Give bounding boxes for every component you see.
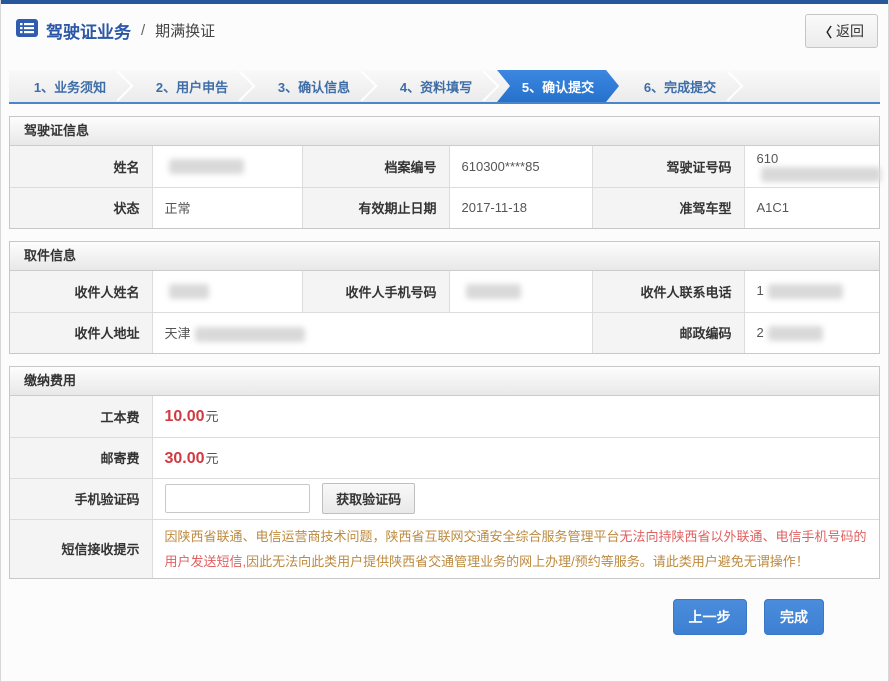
page: 驾驶证业务 / 期满换证 〈 返回 1、业务须知 2、用户申告 3、确认信息 4… — [0, 0, 889, 682]
status-label: 状态 — [10, 187, 152, 228]
postage-fee-amount: 30.00 — [165, 450, 205, 467]
recipient-name-value — [152, 271, 302, 312]
back-button-label: 返回 — [836, 21, 864, 41]
redacted-recipient-phone — [768, 284, 843, 299]
postage-fee-value: 30.00元 — [152, 437, 879, 478]
recipient-address-label: 收件人地址 — [10, 312, 152, 353]
postcode-label: 邮政编码 — [592, 312, 744, 353]
redacted-recipient-address — [195, 327, 305, 342]
section-title-fees: 缴纳费用 — [10, 367, 879, 396]
sms-notice-cell: 因陕西省联通、电信运营商技术问题，陕西省互联网交通安全综合服务管理平台无法向持陕… — [152, 519, 879, 578]
step-progress-bar: 1、业务须知 2、用户申告 3、确认信息 4、资料填写 5、确认提交 6、完成提… — [9, 70, 880, 104]
notice-part1: 因陕西省联通、电信运营商技术问题，陕西省互联网交通安全综合服务管理平台 — [165, 529, 620, 544]
table-row: 收件人姓名 收件人手机号码 收件人联系电话 1 — [10, 271, 879, 312]
step-5-confirm-submit-active[interactable]: 5、确认提交 — [497, 70, 619, 102]
breadcrumb: 驾驶证业务 / 期满换证 — [16, 18, 873, 43]
step-4-fill-data[interactable]: 4、资料填写 — [375, 70, 497, 102]
recipient-address-value: 天津 — [152, 312, 592, 353]
recipient-mobile-label: 收件人手机号码 — [302, 271, 449, 312]
recipient-phone-value: 1 — [744, 271, 879, 312]
notice-part2: 因此无法向此类用户提供陕西省交通管理业务的网上办理/预约等服务。请此类用户避免无… — [246, 554, 809, 569]
table-row: 短信接收提示 因陕西省联通、电信运营商技术问题，陕西省互联网交通安全综合服务管理… — [10, 519, 879, 578]
table-row: 邮寄费 30.00元 — [10, 437, 879, 478]
pickup-info-table: 收件人姓名 收件人手机号码 收件人联系电话 1 收件人地址 天津 邮政编码 2 — [10, 271, 879, 353]
currency-unit: 元 — [206, 451, 219, 466]
step-label: 5、确认提交 — [522, 77, 594, 96]
production-fee-value: 10.00元 — [152, 396, 879, 437]
footer-actions: 上一步 完成 — [1, 579, 888, 635]
expiry-label: 有效期止日期 — [302, 187, 449, 228]
redacted-license-no — [761, 167, 881, 182]
license-info-table: 姓名 档案编号 610300****85 驾驶证号码 610 状态 正常 有效期… — [10, 146, 879, 228]
step-label: 2、用户申告 — [156, 77, 228, 96]
vehicle-type-value: A1C1 — [744, 187, 879, 228]
step-6-complete-submit[interactable]: 6、完成提交 — [619, 70, 741, 102]
redacted-postcode — [768, 326, 823, 341]
production-fee-amount: 10.00 — [165, 408, 205, 425]
redacted-recipient-name — [169, 284, 209, 299]
file-no-value: 610300****85 — [449, 146, 592, 187]
currency-unit: 元 — [206, 409, 219, 424]
table-row: 手机验证码 获取验证码 — [10, 478, 879, 519]
file-no-label: 档案编号 — [302, 146, 449, 187]
table-row: 状态 正常 有效期止日期 2017-11-18 准驾车型 A1C1 — [10, 187, 879, 228]
chevron-left-icon: 〈 — [819, 22, 832, 41]
finish-button[interactable]: 完成 — [764, 599, 824, 635]
step-label: 6、完成提交 — [644, 77, 716, 96]
table-row: 姓名 档案编号 610300****85 驾驶证号码 610 — [10, 146, 879, 187]
name-label: 姓名 — [10, 146, 152, 187]
sms-code-input[interactable] — [165, 484, 310, 513]
recipient-phone-label: 收件人联系电话 — [592, 271, 744, 312]
list-icon — [16, 19, 38, 42]
page-subtitle: 期满换证 — [155, 20, 215, 41]
stepbar-filler — [741, 70, 880, 102]
step-label: 3、确认信息 — [278, 77, 350, 96]
step-label: 4、资料填写 — [400, 77, 472, 96]
recipient-name-label: 收件人姓名 — [10, 271, 152, 312]
fees-table: 工本费 10.00元 邮寄费 30.00元 手机验证码 获取验证码 短信接收提 — [10, 396, 879, 578]
sms-notice-text: 因陕西省联通、电信运营商技术问题，陕西省互联网交通安全综合服务管理平台无法向持陕… — [165, 529, 867, 569]
expiry-value: 2017-11-18 — [449, 187, 592, 228]
back-button[interactable]: 〈 返回 — [805, 14, 878, 48]
redacted-recipient-mobile — [466, 284, 521, 299]
section-license-info: 驾驶证信息 姓名 档案编号 610300****85 驾驶证号码 610 状态 … — [9, 116, 880, 229]
production-fee-label: 工本费 — [10, 396, 152, 437]
sms-code-cell: 获取验证码 — [152, 478, 879, 519]
sms-notice-label: 短信接收提示 — [10, 519, 152, 578]
section-title-pickup: 取件信息 — [10, 242, 879, 271]
step-3-confirm-info[interactable]: 3、确认信息 — [253, 70, 375, 102]
sms-code-label: 手机验证码 — [10, 478, 152, 519]
status-value: 正常 — [152, 187, 302, 228]
previous-step-button[interactable]: 上一步 — [673, 599, 747, 635]
table-row: 工本费 10.00元 — [10, 396, 879, 437]
section-title-license: 驾驶证信息 — [10, 117, 879, 146]
name-value — [152, 146, 302, 187]
step-1-business-notice[interactable]: 1、业务须知 — [9, 70, 131, 102]
vehicle-type-label: 准驾车型 — [592, 187, 744, 228]
license-no-label: 驾驶证号码 — [592, 146, 744, 187]
recipient-mobile-value — [449, 271, 592, 312]
section-pickup-info: 取件信息 收件人姓名 收件人手机号码 收件人联系电话 1 收件人地址 天津 邮政… — [9, 241, 880, 354]
table-row: 收件人地址 天津 邮政编码 2 — [10, 312, 879, 353]
page-header: 驾驶证业务 / 期满换证 〈 返回 — [1, 4, 888, 56]
step-label: 1、业务须知 — [34, 77, 106, 96]
postage-fee-label: 邮寄费 — [10, 437, 152, 478]
postcode-value: 2 — [744, 312, 879, 353]
breadcrumb-divider: / — [141, 22, 145, 39]
get-code-button[interactable]: 获取验证码 — [322, 483, 415, 514]
license-no-value: 610 — [744, 146, 879, 187]
page-title: 驾驶证业务 — [46, 18, 131, 43]
step-2-user-declaration[interactable]: 2、用户申告 — [131, 70, 253, 102]
redacted-name — [169, 159, 244, 174]
section-fees: 缴纳费用 工本费 10.00元 邮寄费 30.00元 手机验证码 — [9, 366, 880, 579]
